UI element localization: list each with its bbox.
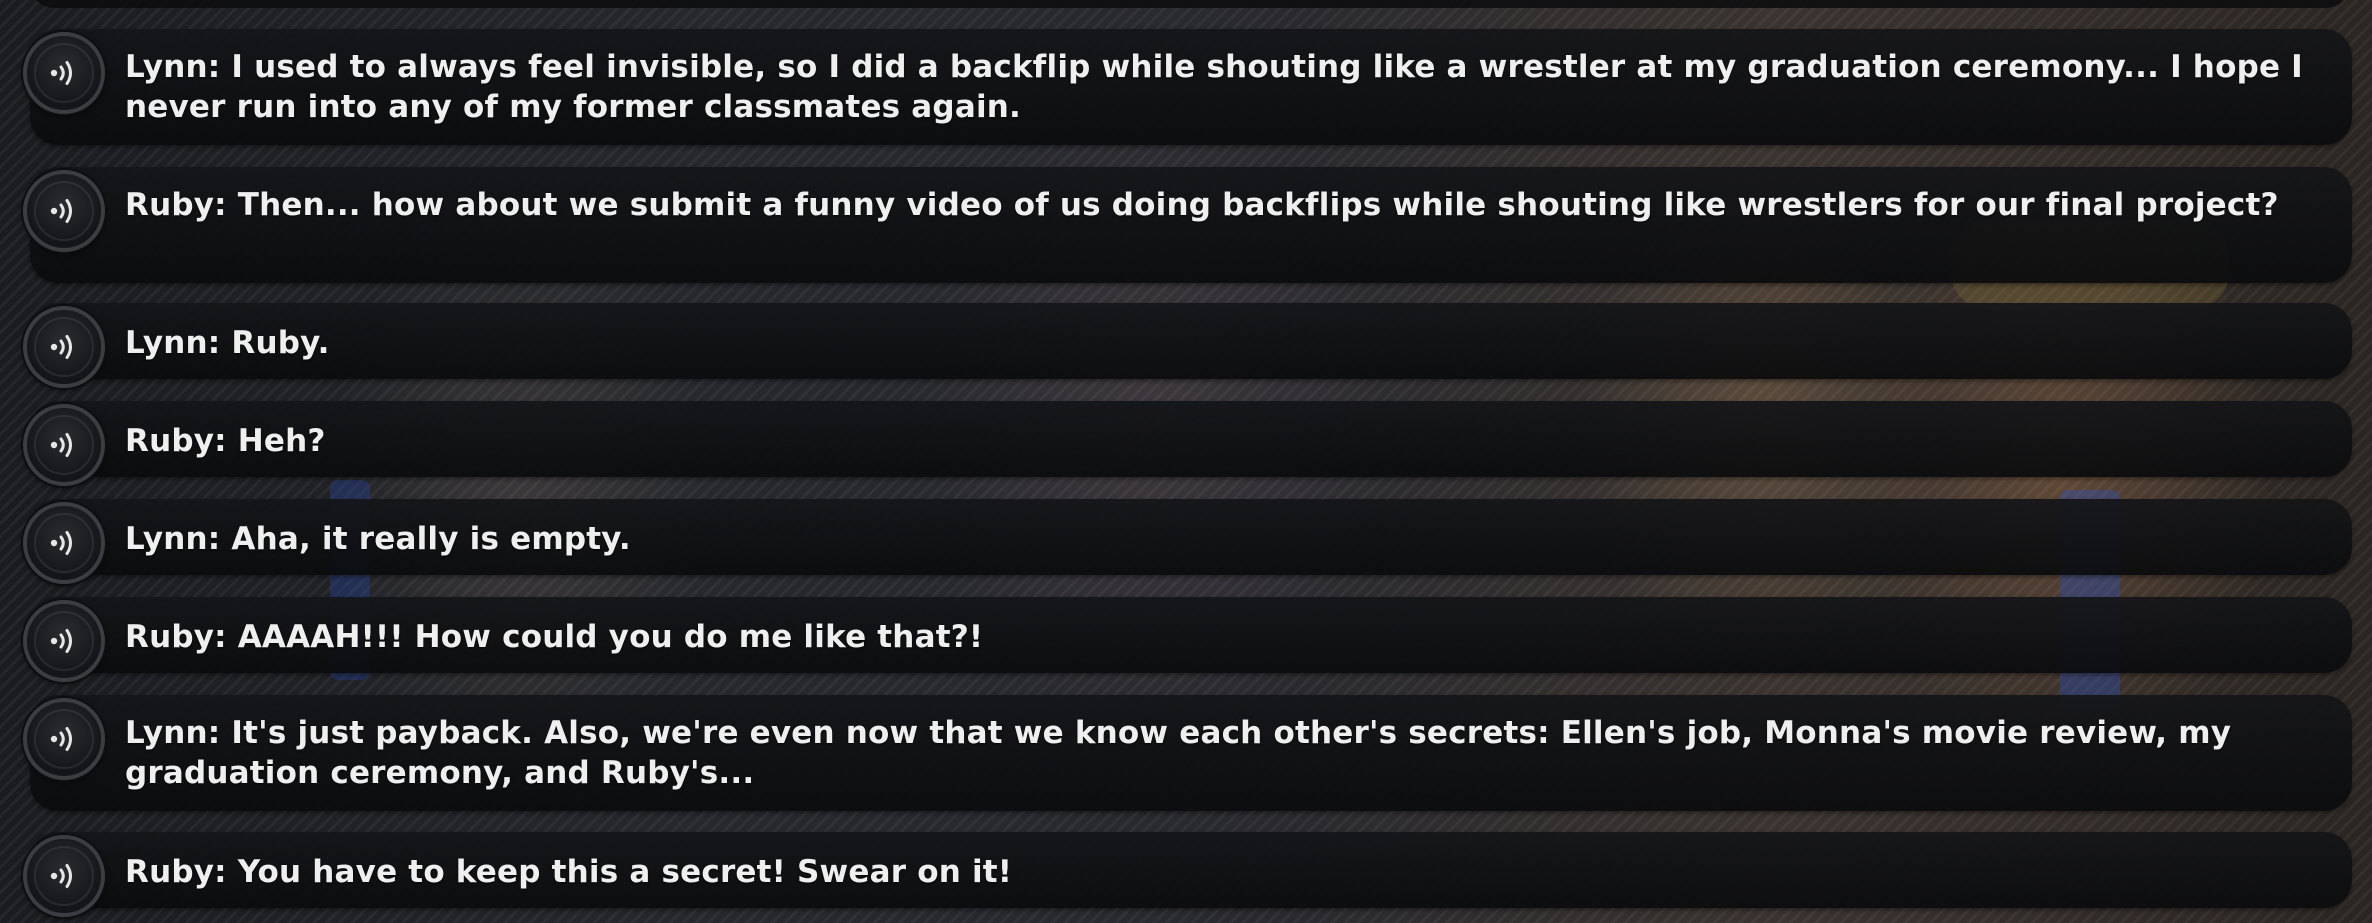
sound-wave-icon <box>50 864 72 888</box>
dialogue-line-text: Lynn: It's just payback. Also, we're eve… <box>125 715 2232 791</box>
dialogue-line-text: Lynn: Ruby. <box>125 325 330 361</box>
dialogue-line-text: Ruby: AAAAH!!! How could you do me like … <box>125 619 984 655</box>
dialogue-log-list[interactable]: Lynn: I used to always feel invisible, s… <box>0 0 2372 923</box>
sound-wave-icon <box>50 531 72 555</box>
sound-wave-icon <box>50 199 72 223</box>
voice-replay-button[interactable] <box>23 170 105 252</box>
sound-wave-icon <box>50 629 72 653</box>
voice-replay-button[interactable] <box>23 600 105 682</box>
dialogue-line-text: Ruby: Heh? <box>125 423 326 459</box>
voice-replay-button[interactable] <box>23 835 105 917</box>
dialogue-line-text: Lynn: Aha, it really is empty. <box>125 521 631 557</box>
dialogue-line-text: Ruby: Then... how about we submit a funn… <box>125 187 2279 223</box>
voice-replay-button[interactable] <box>23 404 105 486</box>
voice-replay-button[interactable] <box>23 698 105 780</box>
voice-replay-button[interactable] <box>23 32 105 114</box>
voice-replay-button[interactable] <box>23 502 105 584</box>
voice-replay-button[interactable] <box>23 306 105 388</box>
sound-wave-icon <box>50 727 72 751</box>
sound-wave-icon <box>50 61 72 85</box>
sound-wave-icon <box>50 335 72 359</box>
dialogue-line-text: Ruby: You have to keep this a secret! Sw… <box>125 854 1013 890</box>
dialogue-line-text: Lynn: I used to always feel invisible, s… <box>125 49 2303 125</box>
sound-wave-icon <box>50 433 72 457</box>
